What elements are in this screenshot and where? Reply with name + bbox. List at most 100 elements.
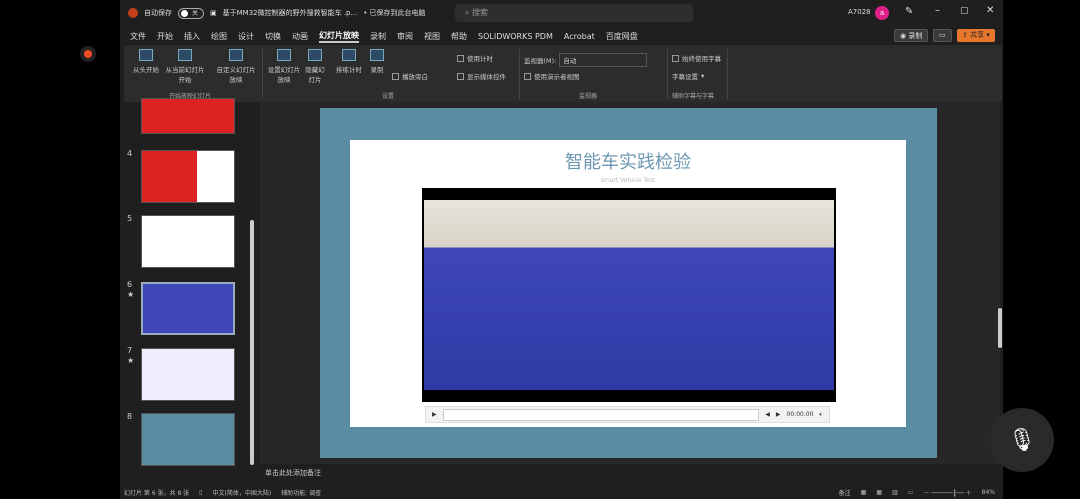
tab-draw[interactable]: 绘图 [211, 31, 227, 42]
tab-design[interactable]: 设计 [238, 31, 254, 42]
caption-settings-button[interactable]: 字幕设置 ▾ [672, 71, 704, 81]
notes-placeholder[interactable]: 单击此处添加备注 [265, 468, 321, 478]
hide-slide-button[interactable]: 隐藏幻灯片 [304, 49, 326, 84]
play-narration-checkbox[interactable]: 播放旁白 [392, 71, 428, 81]
timer-icon [342, 49, 356, 61]
rehearse-timings-button[interactable]: 排练计时 [334, 49, 364, 74]
slide-thumbnail-8[interactable] [141, 413, 235, 466]
group-label: 辅助字幕与字幕 [672, 93, 715, 100]
video-player[interactable] [422, 188, 836, 402]
slide-thumbnail-7[interactable] [141, 348, 235, 401]
notes-button[interactable]: 备注 [839, 488, 851, 497]
tab-file[interactable]: 文件 [130, 31, 146, 42]
tab-acrobat[interactable]: Acrobat [564, 32, 595, 41]
save-status[interactable]: • 已保存到此台电脑 [363, 8, 425, 18]
sorter-view-icon[interactable]: ▦ [876, 489, 882, 496]
record-slide-button[interactable]: 录制 [366, 49, 388, 74]
reading-view-icon[interactable]: ▥ [892, 489, 898, 496]
monitor-value[interactable]: 自动 [559, 53, 648, 67]
tab-view[interactable]: 视图 [424, 31, 440, 42]
animation-star: ★ [127, 290, 135, 299]
video-frame [424, 200, 834, 390]
zoom-slider[interactable]: － ──────┃── ＋ [923, 488, 971, 497]
spellcheck-icon[interactable]: ▯ [199, 489, 202, 496]
mute-microphone-button[interactable]: 🎙︎ [990, 408, 1054, 472]
current-slide[interactable]: 智能车实践检验 smart Vehicle Test ▶ ◀ ▶ 00:00.0… [320, 108, 937, 458]
video-seek-bar[interactable] [442, 408, 760, 421]
setup-icon [277, 49, 291, 61]
save-icon[interactable]: ▣ [210, 9, 217, 17]
tab-insert[interactable]: 插入 [184, 31, 200, 42]
label: 显示媒体控件 [467, 73, 506, 81]
slideshow-view-icon[interactable]: ▭ [908, 489, 914, 496]
tab-transitions[interactable]: 切换 [265, 31, 281, 42]
slide-thumbnail-3[interactable] [141, 98, 235, 134]
label: 监视器(M): [524, 57, 557, 65]
always-captions-checkbox[interactable]: 始终使用字幕 [672, 53, 721, 63]
custom-slideshow-button[interactable]: 自定义幻灯片放映 [216, 49, 256, 84]
forward-button[interactable]: ▶ [776, 411, 781, 418]
screen-record-indicator[interactable] [80, 46, 96, 62]
slide-counter: 幻灯片 第 6 张，共 8 张 [124, 490, 190, 497]
slide-thumbnail-5[interactable] [141, 215, 235, 268]
slide-title[interactable]: 智能车实践检验 [350, 148, 906, 174]
show-media-controls-checkbox[interactable]: 显示媒体控件 [457, 71, 506, 81]
label: 设置幻灯片放映 [267, 66, 301, 84]
label: 播放旁白 [402, 73, 428, 81]
label: 自定义幻灯片放映 [216, 66, 256, 84]
label: 从头开始 [133, 66, 159, 74]
slideshow-icon [139, 49, 153, 61]
tab-record[interactable]: 录制 [370, 31, 386, 42]
search-input[interactable]: ⌕ 搜索 [455, 4, 693, 22]
monitor-select[interactable]: 监视器(M): 自动 [524, 53, 648, 67]
tab-animations[interactable]: 动画 [292, 31, 308, 42]
tab-baidu[interactable]: 百度网盘 [606, 31, 638, 42]
autosave-label: 自动保存 [144, 9, 172, 17]
share-label: 共享 [970, 31, 985, 39]
record-button[interactable]: ◉ 录制 [894, 29, 929, 42]
video-time: 00:00.00 [786, 411, 814, 418]
slide-thumbnail-4[interactable] [141, 150, 235, 203]
record-label: 录制 [908, 32, 923, 40]
setup-slideshow-button[interactable]: 设置幻灯片放映 [266, 49, 302, 84]
from-beginning-button[interactable]: 从头开始 [130, 49, 162, 74]
tab-solidworks[interactable]: SOLIDWORKS PDM [478, 32, 553, 41]
hide-slide-icon [308, 49, 322, 61]
restore-button[interactable]: ▢ [960, 6, 969, 16]
label: 排练计时 [336, 66, 362, 74]
zoom-level[interactable]: 84% [982, 489, 995, 496]
share-button[interactable]: ⇪ 共享 ▾ [957, 29, 995, 42]
play-button[interactable]: ▶ [432, 411, 437, 418]
label: 录制 [370, 66, 384, 74]
from-current-button[interactable]: 从当前幻灯片开始 [164, 49, 206, 84]
tab-help[interactable]: 帮助 [451, 31, 467, 42]
tab-home[interactable]: 开始 [157, 31, 173, 42]
slide-number: 7 [127, 346, 133, 355]
volume-icon[interactable]: 🔈︎ [819, 411, 823, 419]
minimize-button[interactable]: – [935, 5, 940, 16]
thumbnails-scrollbar[interactable] [250, 220, 254, 465]
status-bar: 幻灯片 第 6 张，共 8 张 ▯ 中文(简体，中国大陆) 辅助功能: 调查 备… [120, 486, 1003, 499]
comments-button[interactable]: ▭ [933, 29, 952, 42]
close-button[interactable]: ✕ [986, 5, 994, 16]
label: 隐藏幻灯片 [305, 66, 325, 84]
normal-view-icon[interactable]: ▦ [861, 489, 867, 496]
language[interactable]: 中文(简体，中国大陆) [212, 488, 271, 497]
use-timings-checkbox[interactable]: 使用计时 [457, 53, 493, 63]
slide-subtitle[interactable]: smart Vehicle Test [350, 177, 906, 184]
editor-scrollbar[interactable] [998, 308, 1002, 348]
presenter-view-checkbox[interactable]: 使用演示者视图 [524, 71, 580, 81]
slide-content: 智能车实践检验 smart Vehicle Test ▶ ◀ ▶ 00:00.0… [350, 140, 906, 427]
ribbon-tabs: 文件 开始 插入 绘图 设计 切换 动画 幻灯片放映 录制 审阅 视图 帮助 S… [120, 27, 1003, 45]
tab-review[interactable]: 审阅 [397, 31, 413, 42]
record-icon [370, 49, 384, 61]
label: 从当前幻灯片开始 [165, 66, 205, 84]
file-name: 基于MM32微控制器的野外搜救智能车 .p... [222, 9, 358, 17]
autosave-toggle[interactable]: 关 [178, 7, 204, 19]
tab-slideshow[interactable]: 幻灯片放映 [319, 30, 359, 43]
avatar[interactable]: a [875, 6, 889, 20]
accessibility-status[interactable]: 辅助功能: 调查 [281, 488, 321, 497]
rewind-button[interactable]: ◀ [765, 411, 770, 418]
pen-icon[interactable]: ✎ [905, 6, 913, 17]
slide-thumbnail-6-selected[interactable] [141, 282, 235, 335]
